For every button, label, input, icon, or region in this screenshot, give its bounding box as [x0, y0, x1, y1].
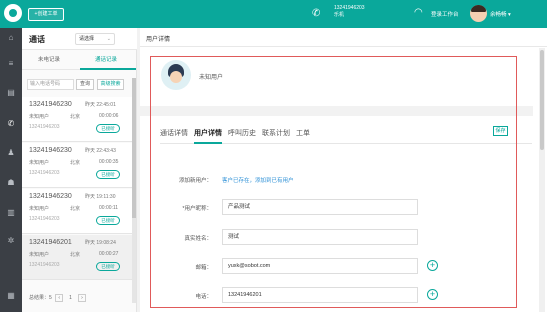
record-phone: 13241946230 [29, 147, 72, 154]
phone-status-icon[interactable]: ✆ [312, 8, 320, 19]
record-customer: 未知用户 [29, 114, 50, 120]
status-badge: 已接听 [96, 216, 120, 225]
user-avatar[interactable] [470, 5, 487, 22]
settings-icon[interactable]: ✲ [0, 234, 22, 248]
record-time: 昨天 22:43:43 [85, 148, 116, 154]
status-badge: 已接听 [96, 124, 120, 133]
status-badge: 已接听 [96, 170, 120, 179]
scrollbar-thumb[interactable] [132, 78, 136, 218]
headset-icon[interactable]: ◠ [414, 7, 423, 18]
record-time: 昨天 19:08:24 [85, 240, 116, 246]
record-customer: 未知用户 [29, 160, 50, 166]
panel-title: 通话 [29, 35, 45, 44]
advanced-search-button[interactable]: 高级搜索 [97, 79, 124, 90]
next-page-button[interactable]: › [77, 294, 86, 302]
status-badge: 已接听 [96, 262, 120, 271]
record-duration: 00:00:27 [99, 251, 119, 257]
user-menu[interactable]: 余畅畅 ▾ [490, 10, 511, 18]
record-phone: 13241946230 [29, 101, 72, 108]
left-nav: ⌂ ≡ ▤ ✆ ♟ ☗ ▥ ✲ ▦ [0, 28, 22, 312]
page-title: 用户详情 [146, 37, 171, 43]
record-duration: 00:00:06 [99, 113, 119, 119]
detail-scrollbar[interactable] [539, 48, 545, 312]
call-record[interactable]: 13241946230 昨天 22:43:43 未知用户 北京 00:00:35… [22, 143, 132, 188]
filter-select[interactable]: 请选择 ⌄ [75, 33, 115, 45]
page-number[interactable]: 1 [67, 295, 75, 303]
highlight-frame [150, 56, 517, 308]
chevron-down-icon: ⌄ [106, 36, 111, 42]
home-icon[interactable]: ⌂ [0, 31, 22, 45]
list-scrollbar[interactable] [132, 78, 136, 303]
record-number: 13241946203 [29, 170, 60, 176]
record-time: 昨天 22:45:01 [85, 102, 116, 108]
result-count: 总结果：5 [29, 295, 52, 301]
tab-underline [80, 68, 136, 70]
pagination: 总结果：5 ‹ 1 › [29, 294, 86, 303]
filter-value: 请选择 [79, 36, 95, 42]
users-icon[interactable]: ☗ [0, 176, 22, 190]
search-button[interactable]: 查询 [76, 79, 94, 90]
call-record[interactable]: 13241946230 昨天 19:11:30 未知用户 北京 00:00:11… [22, 189, 132, 234]
phone-number: 13241946203 [334, 5, 365, 11]
record-phone: 13241946230 [29, 193, 72, 200]
create-ticket-button[interactable]: +创建工单 [28, 8, 64, 21]
divider [140, 46, 547, 47]
record-phone: 13241946201 [29, 239, 72, 246]
record-customer: 未知用户 [29, 206, 50, 212]
record-number: 13241946203 [29, 262, 60, 268]
record-tabs: 未电记录 通话记录 [22, 55, 137, 67]
tab-calls[interactable]: 通话记录 [95, 55, 117, 63]
chart-icon[interactable]: ▥ [0, 206, 22, 220]
phone-type: 乐机 [334, 12, 345, 18]
record-customer: 未知用户 [29, 252, 50, 258]
phone-number-display: 13241946203 乐机 [334, 5, 365, 19]
call-record-selected[interactable]: 13241946201 昨天 19:08:24 未知用户 北京 00:00:27… [22, 235, 132, 280]
record-duration: 00:00:35 [99, 159, 119, 165]
call-list-panel: 通话 请选择 ⌄ 未电记录 通话记录 输入电话号码 查询 高级搜索 132419… [22, 28, 137, 312]
record-number: 13241946203 [29, 216, 60, 222]
record-time: 昨天 19:11:30 [85, 194, 116, 200]
phone-search-input[interactable]: 输入电话号码 [27, 79, 74, 90]
tab-missed[interactable]: 未电记录 [38, 55, 60, 63]
record-city: 北京 [70, 114, 81, 120]
list-icon[interactable]: ≡ [0, 57, 22, 71]
logo-icon [4, 4, 22, 22]
scrollbar-thumb[interactable] [540, 50, 544, 150]
prev-page-button[interactable]: ‹ [55, 294, 64, 302]
top-bar: +创建工单 ✆ 13241946203 乐机 ◠ 登录工作台 余畅畅 ▾ [0, 0, 547, 28]
record-city: 北京 [70, 206, 81, 212]
record-duration: 00:00:11 [99, 205, 119, 211]
grid-icon[interactable]: ▦ [0, 289, 22, 303]
user-icon[interactable]: ♟ [0, 146, 22, 160]
doc-icon[interactable]: ▤ [0, 86, 22, 100]
workbench-link[interactable]: 登录工作台 [431, 10, 459, 18]
record-number: 13241946203 [29, 124, 60, 130]
panel-header: 通话 请选择 ⌄ [22, 28, 137, 50]
call-record[interactable]: 13241946230 昨天 22:45:01 未知用户 北京 00:00:06… [22, 97, 132, 142]
record-city: 北京 [70, 252, 81, 258]
record-city: 北京 [70, 160, 81, 166]
phone-icon[interactable]: ✆ [0, 117, 22, 131]
